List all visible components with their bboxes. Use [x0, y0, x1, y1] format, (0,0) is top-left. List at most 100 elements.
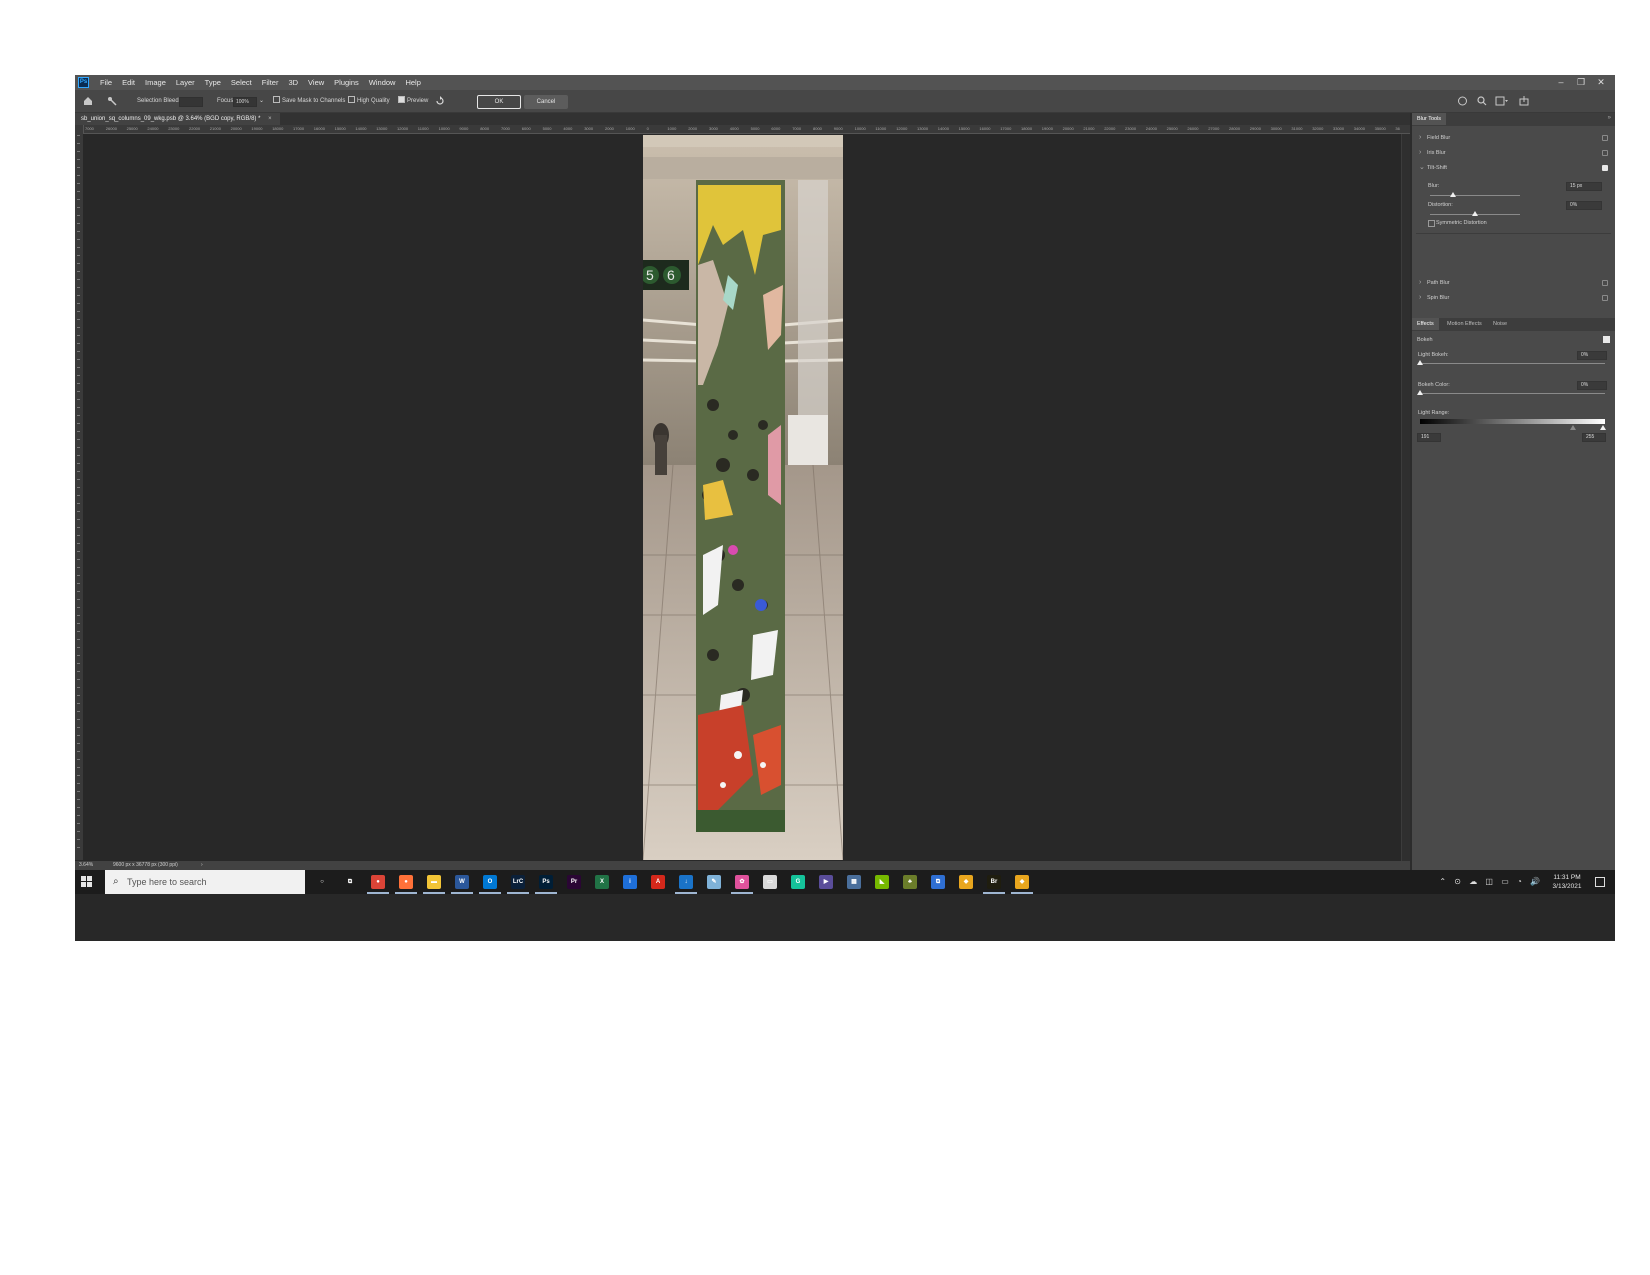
windows-start-icon[interactable] [81, 876, 93, 888]
grammarly-icon[interactable]: G [791, 875, 805, 889]
pin-tool-icon[interactable] [107, 96, 117, 106]
blur-tool-checkbox[interactable] [1602, 165, 1608, 171]
high-quality-checkbox[interactable]: High Quality [348, 90, 390, 112]
profile-icon[interactable] [1457, 96, 1468, 106]
distortion-slider-thumb[interactable] [1472, 211, 1478, 216]
light-range-high-thumb[interactable] [1600, 425, 1606, 430]
bridge-icon[interactable]: Br [983, 875, 1005, 894]
monitor-app-icon[interactable]: ▭ [763, 875, 777, 889]
menu-file[interactable]: File [95, 75, 117, 90]
canvas-area[interactable]: 5 6 [83, 134, 1401, 861]
menu-layer[interactable]: Layer [171, 75, 200, 90]
cancel-button[interactable]: Cancel [524, 95, 568, 109]
home-icon[interactable] [83, 96, 93, 106]
status-arrow-icon[interactable]: › [201, 861, 203, 870]
effects-tab[interactable]: Effects [1412, 318, 1439, 330]
menu-help[interactable]: Help [400, 75, 425, 90]
tray-icons[interactable]: ⌃ ⊙ ☁ ◫ ▭ ◔ 🔊 [1439, 870, 1543, 894]
motion-effects-tab[interactable]: Motion Effects [1442, 318, 1487, 330]
bokeh-color-slider[interactable] [1420, 393, 1605, 394]
file-explorer-icon[interactable]: ▬ [423, 875, 445, 894]
blur-tool-field-blur[interactable]: › Field Blur [1412, 131, 1615, 145]
close-button[interactable]: ✕ [1591, 75, 1611, 90]
acrobat-icon[interactable]: A [651, 875, 665, 889]
zoom-level[interactable]: 3.64% [79, 861, 93, 870]
cyberduck-2-icon[interactable]: ◆ [1011, 875, 1033, 894]
expand-chevron-icon[interactable]: › [1419, 276, 1421, 290]
blur-tool-checkbox[interactable] [1602, 150, 1608, 156]
light-range-low-input[interactable]: 191 [1417, 433, 1441, 442]
snip-app-icon[interactable]: ⧉ [931, 875, 945, 889]
photos-app-icon[interactable]: ✿ [731, 875, 753, 894]
light-range-gradient[interactable] [1420, 419, 1605, 424]
photoshop-icon[interactable]: Ps [535, 875, 557, 894]
firefox-icon[interactable]: ● [395, 875, 417, 894]
cyberduck-icon[interactable]: ◆ [959, 875, 973, 889]
menu-type[interactable]: Type [200, 75, 226, 90]
minimize-button[interactable]: – [1551, 75, 1571, 90]
blur-slider-thumb[interactable] [1450, 192, 1456, 197]
menu-plugins[interactable]: Plugins [329, 75, 364, 90]
menu-edit[interactable]: Edit [117, 75, 140, 90]
blur-tool-tilt-shift[interactable]: ⌄ Tilt-Shift [1412, 161, 1615, 175]
share-icon[interactable] [1519, 96, 1529, 106]
preview-box[interactable] [398, 96, 405, 103]
outlook-icon[interactable]: O [479, 875, 501, 894]
workspace-icon[interactable] [1495, 96, 1509, 106]
media-app-icon[interactable]: ▶ [819, 875, 833, 889]
info-app-icon[interactable]: i [623, 875, 637, 889]
menu-window[interactable]: Window [364, 75, 401, 90]
light-bokeh-slider[interactable] [1420, 363, 1605, 364]
menu-view[interactable]: View [303, 75, 329, 90]
expand-chevron-icon[interactable]: › [1419, 291, 1421, 305]
save-mask-checkbox[interactable]: Save Mask to Channels [273, 90, 345, 112]
blur-tool-checkbox[interactable] [1602, 295, 1608, 301]
light-range-high-input[interactable]: 255 [1582, 433, 1606, 442]
panel-collapse-icon[interactable]: » [1608, 113, 1611, 123]
blur-value-input[interactable]: 15 px [1566, 182, 1602, 191]
blur-tool-checkbox[interactable] [1602, 135, 1608, 141]
blur-tools-tab[interactable]: Blur Tools [1412, 113, 1447, 125]
calculator-icon[interactable]: ▦ [847, 875, 861, 889]
lightroom-classic-icon[interactable]: LrC [507, 875, 529, 894]
blur-slider[interactable] [1430, 195, 1520, 196]
chrome-icon[interactable]: ● [367, 875, 389, 894]
blur-tool-iris-blur[interactable]: › Iris Blur [1412, 146, 1615, 160]
blur-tool-path-blur[interactable]: › Path Blur [1412, 276, 1615, 290]
blur-tool-spin-blur[interactable]: › Spin Blur [1412, 291, 1615, 305]
expand-chevron-icon[interactable]: › [1419, 131, 1421, 145]
focus-dropdown-icon[interactable]: ⌄ [259, 90, 264, 112]
menu-image[interactable]: Image [140, 75, 171, 90]
light-bokeh-thumb[interactable] [1417, 360, 1423, 365]
symmetric-distortion-checkbox[interactable] [1428, 220, 1435, 227]
save-mask-box[interactable] [273, 96, 280, 103]
bokeh-color-input[interactable]: 0% [1577, 381, 1607, 390]
bokeh-checkbox[interactable] [1603, 336, 1610, 343]
menu-3d[interactable]: 3D [283, 75, 303, 90]
document-tab[interactable]: sb_union_sq_columns_09_wkg.psb @ 3.64% (… [75, 113, 280, 125]
light-range-low-thumb[interactable] [1570, 425, 1576, 430]
restore-button[interactable]: ❐ [1571, 75, 1591, 90]
word-icon[interactable]: W [451, 875, 473, 894]
expand-chevron-icon[interactable]: ⌄ [1419, 161, 1425, 175]
expand-chevron-icon[interactable]: › [1419, 146, 1421, 160]
taskbar-search-box[interactable]: ⌕ Type here to search [105, 870, 305, 894]
nvidia-icon[interactable]: ◣ [875, 875, 889, 889]
noise-tab[interactable]: Noise [1488, 318, 1512, 330]
close-tab-icon[interactable]: × [268, 116, 272, 122]
high-quality-box[interactable] [348, 96, 355, 103]
preview-checkbox[interactable]: Preview [398, 90, 428, 112]
light-bokeh-input[interactable]: 0% [1577, 351, 1607, 360]
notes-app-icon[interactable]: ✎ [707, 875, 721, 889]
blur-tool-checkbox[interactable] [1602, 280, 1608, 286]
game-app-icon[interactable]: ♣ [903, 875, 917, 889]
distortion-value-input[interactable]: 0% [1566, 201, 1602, 210]
excel-icon[interactable]: X [595, 875, 609, 889]
task-view-icon[interactable]: ⧉ [343, 875, 357, 889]
bokeh-color-thumb[interactable] [1417, 390, 1423, 395]
selection-bleed-slider[interactable] [179, 97, 203, 107]
focus-input[interactable]: 100% [233, 97, 257, 107]
cortana-icon[interactable]: ○ [315, 875, 329, 889]
search-icon[interactable] [1477, 96, 1487, 106]
ok-button[interactable]: OK [477, 95, 521, 109]
